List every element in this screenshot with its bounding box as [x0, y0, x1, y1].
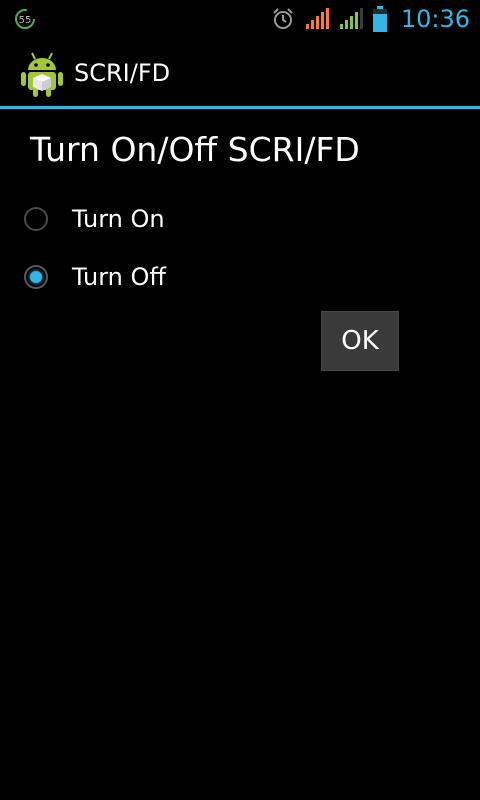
- radio-button-unchecked[interactable]: [24, 207, 48, 231]
- ok-button[interactable]: OK: [321, 311, 399, 371]
- notification-count: 55: [19, 15, 32, 26]
- status-bar: 55 10:36: [0, 0, 480, 38]
- status-clock: 10:36: [400, 5, 470, 33]
- radio-label-turn-off: Turn Off: [72, 263, 166, 291]
- page-title: Turn On/Off SCRI/FD: [30, 130, 360, 169]
- app-title: SCRI/FD: [74, 59, 171, 87]
- notification-count-icon: 55: [15, 9, 35, 29]
- radio-turn-on[interactable]: Turn On: [24, 195, 165, 243]
- status-icons: 10:36: [271, 0, 470, 38]
- battery-icon: [372, 6, 387, 32]
- signal-orange-icon: [305, 8, 329, 29]
- action-bar-divider: [0, 106, 480, 109]
- signal-green-icon: [339, 8, 363, 29]
- radio-button-checked[interactable]: [24, 265, 48, 289]
- radio-label-turn-on: Turn On: [72, 205, 165, 233]
- action-bar: SCRI/FD: [0, 38, 480, 106]
- radio-turn-off[interactable]: Turn Off: [24, 253, 166, 301]
- android-app-icon[interactable]: [20, 50, 64, 98]
- alarm-icon: [273, 8, 293, 29]
